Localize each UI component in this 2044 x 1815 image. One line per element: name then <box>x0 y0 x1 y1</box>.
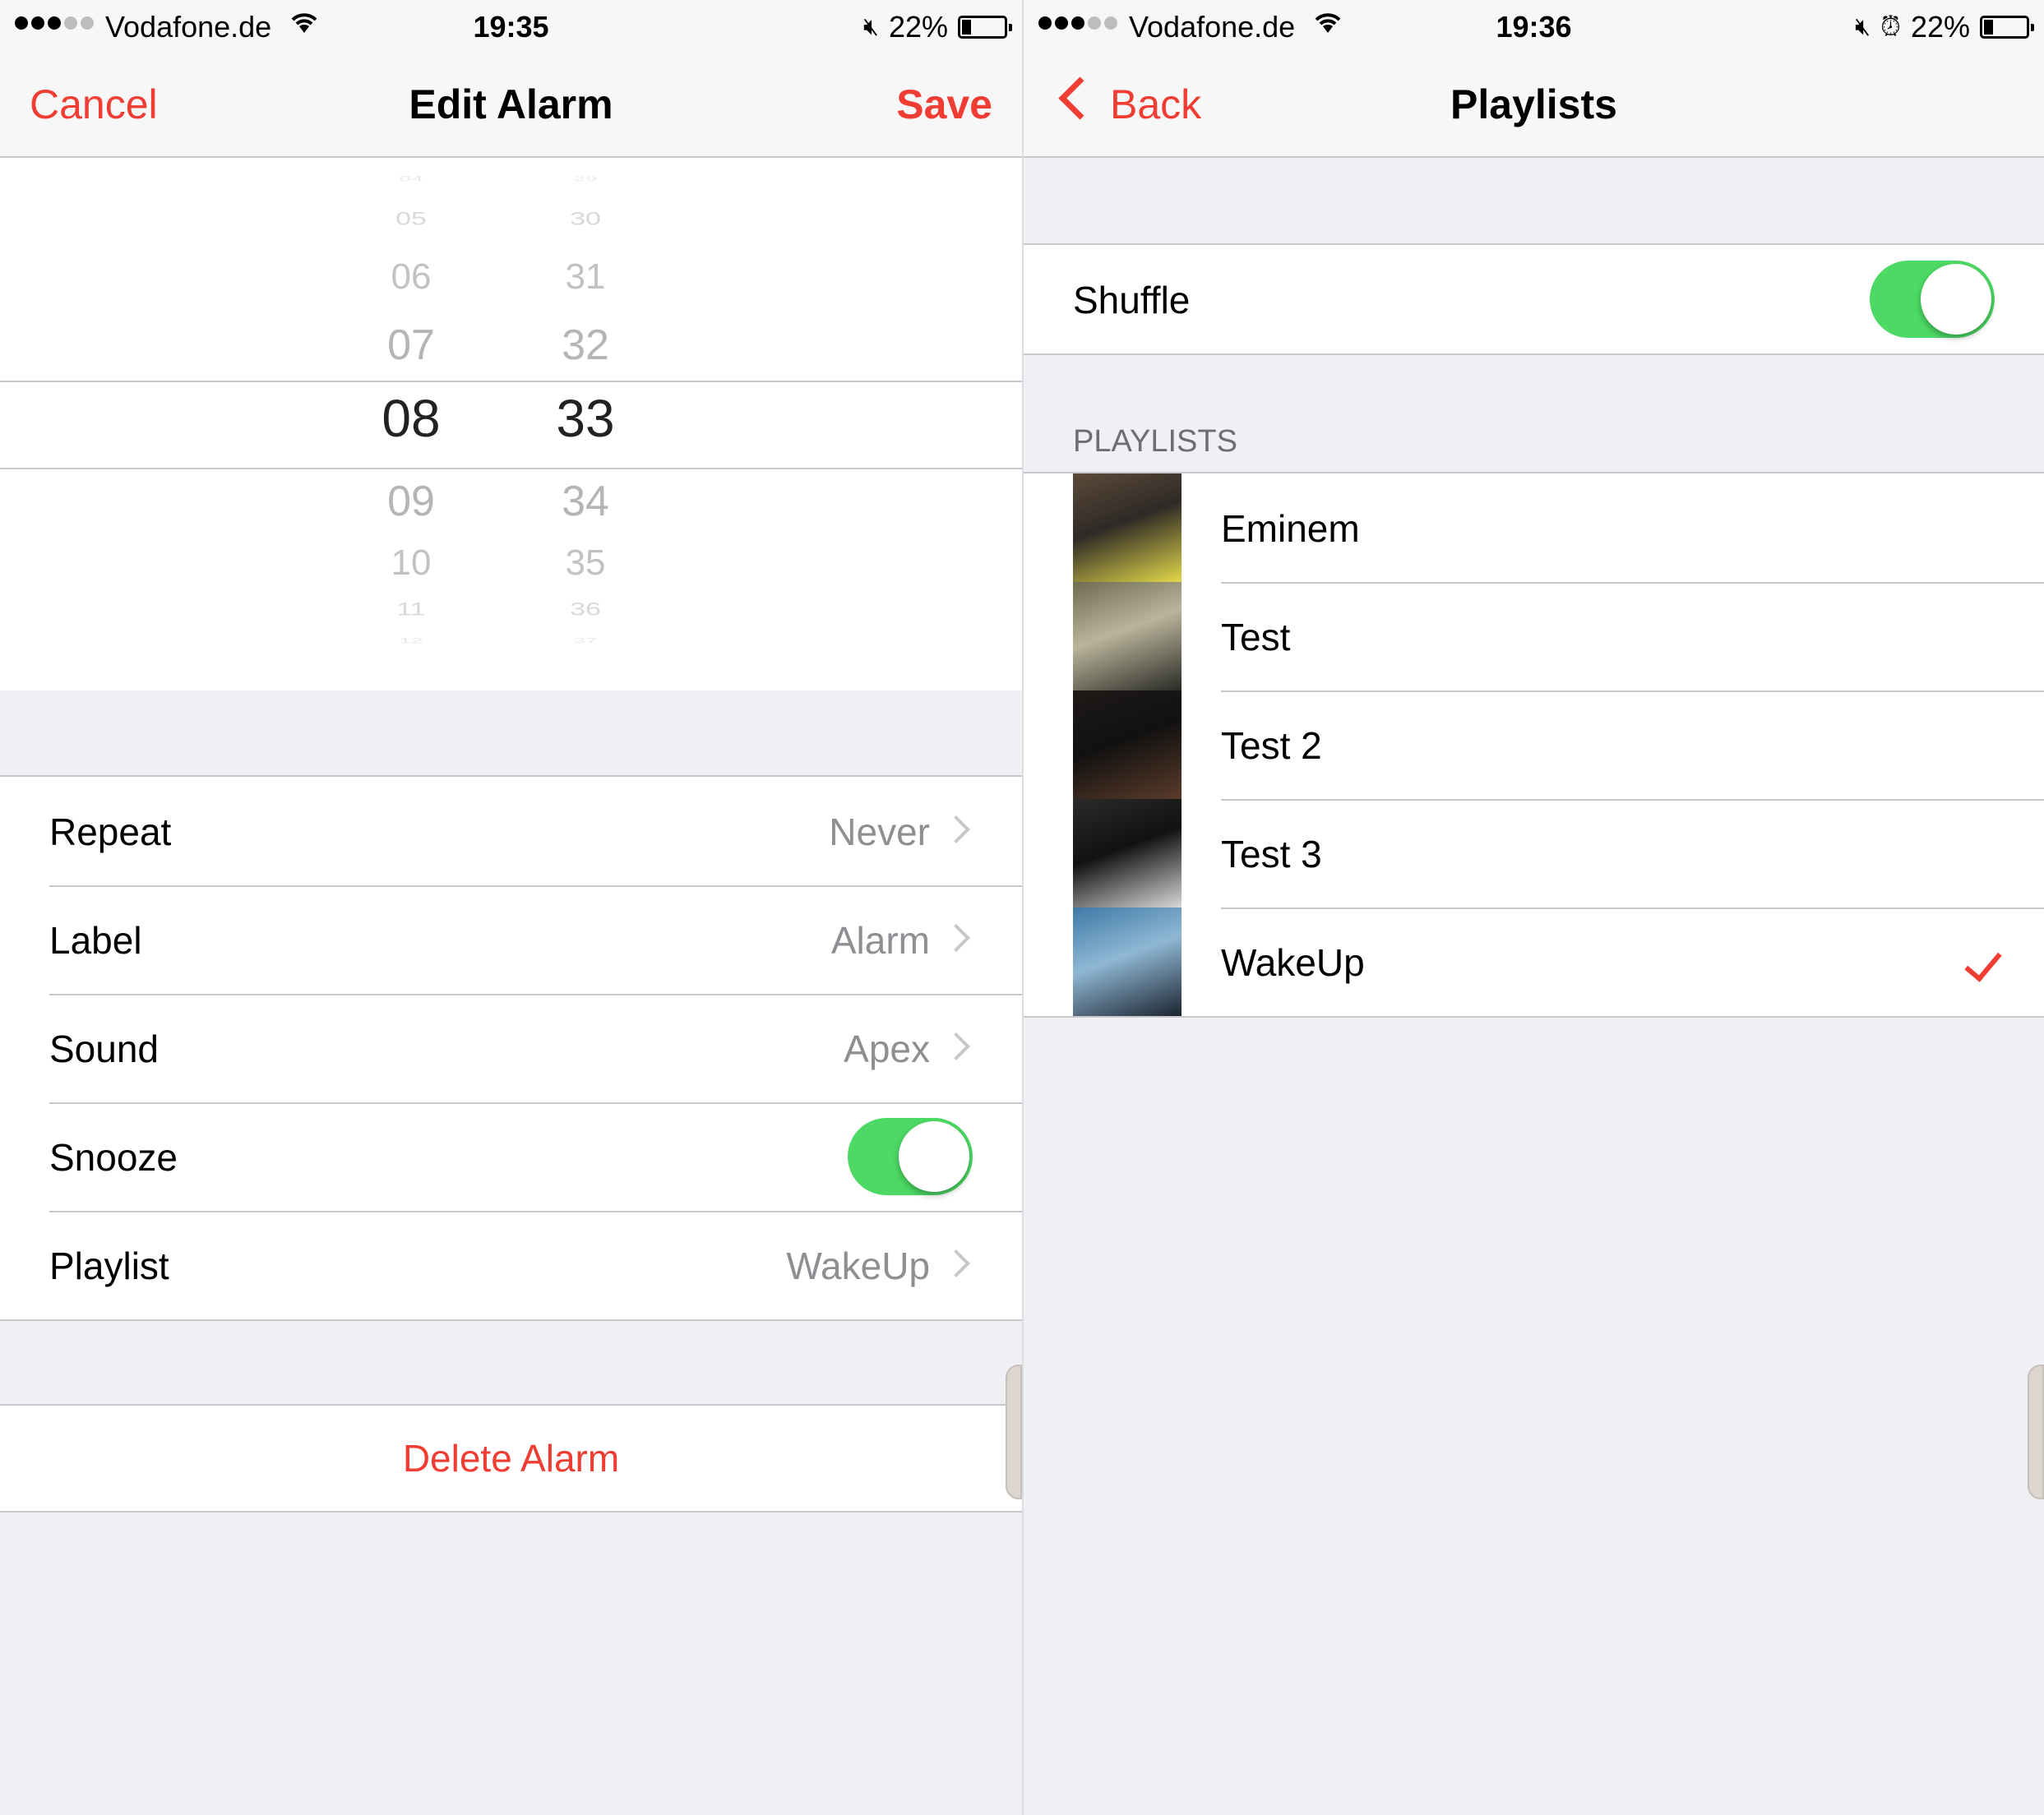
shuffle-row: Shuffle <box>1024 245 2044 353</box>
playlists-screen: Vodafone.de 19:36 🔇︎ ⏰︎ 22% Back Playlis… <box>1022 0 2044 1815</box>
delete-group: Delete Alarm <box>0 1404 1022 1512</box>
battery-icon <box>958 16 1012 39</box>
partially-visible-album-art <box>1006 1365 1022 1499</box>
page-title: Edit Alarm <box>409 81 613 127</box>
picker-value[interactable]: 06 <box>345 256 477 298</box>
chevron-right-icon <box>942 924 970 952</box>
sound-row[interactable]: Sound Apex <box>0 994 1022 1102</box>
picker-value[interactable]: 12 <box>345 636 477 645</box>
shuffle-toggle[interactable] <box>1870 261 1995 338</box>
album-art <box>1073 582 1182 690</box>
chevron-right-icon <box>942 1249 970 1277</box>
picker-value[interactable]: 11 <box>345 599 477 620</box>
picker-selection-band <box>0 381 1022 469</box>
picker-value[interactable]: 34 <box>520 477 651 526</box>
picker-selected-value[interactable]: 33 <box>520 388 651 449</box>
sound-value: Apex <box>844 1028 930 1070</box>
label-row[interactable]: Label Alarm <box>0 885 1022 994</box>
picker-value[interactable]: 04 <box>345 174 477 183</box>
playlist-item[interactable]: Eminem <box>1024 473 2044 582</box>
playlist-name: Test 3 <box>1221 833 1322 875</box>
picker-value[interactable]: 05 <box>345 209 477 229</box>
picker-value[interactable]: 36 <box>520 599 651 620</box>
picker-value[interactable]: 10 <box>345 543 477 584</box>
status-bar: Vodafone.de 19:36 🔇︎ ⏰︎ 22% <box>1024 0 2044 53</box>
battery-percent: 22% <box>1910 10 1970 44</box>
playlist-item[interactable]: Test 2 <box>1024 690 2044 799</box>
picker-value[interactable]: 32 <box>520 321 651 370</box>
save-button[interactable]: Save <box>896 81 992 128</box>
album-art <box>1073 908 1182 1016</box>
playlist-name: Eminem <box>1221 507 1360 550</box>
playlist-item[interactable]: Test 3 <box>1024 799 2044 908</box>
playlist-name: WakeUp <box>1221 941 1365 984</box>
hour-wheel[interactable]: 04 05 06 07 08 09 10 11 12 <box>345 158 477 690</box>
picker-value[interactable]: 09 <box>345 477 477 526</box>
playlist-item[interactable]: WakeUp <box>1024 908 2044 1016</box>
album-art <box>1073 690 1182 799</box>
label-label: Label <box>49 919 142 962</box>
navigation-bar: Back Playlists <box>1024 53 2044 158</box>
playlist-row[interactable]: Playlist WakeUp <box>0 1211 1022 1319</box>
section-header: PLAYLISTS <box>1073 424 1237 459</box>
delete-alarm-button[interactable]: Delete Alarm <box>0 1406 1022 1511</box>
alarm-clock-icon: ⏰︎ <box>1880 12 1901 41</box>
chevron-right-icon <box>942 1032 970 1060</box>
mute-icon: 🔇︎ <box>1855 13 1871 40</box>
time-picker[interactable]: 04 05 06 07 08 09 10 11 12 29 30 31 32 33 34 35 36 37 <box>0 158 1022 690</box>
album-art <box>1073 799 1182 908</box>
mute-icon: 🔇︎ <box>863 13 879 40</box>
picker-value[interactable]: 07 <box>345 321 477 370</box>
sound-label: Sound <box>49 1028 160 1070</box>
picker-value[interactable]: 30 <box>520 209 651 229</box>
page-title: Playlists <box>1450 81 1617 127</box>
snooze-toggle[interactable] <box>848 1118 973 1195</box>
status-bar: Vodafone.de 19:35 🔇︎ 22% <box>0 0 1022 53</box>
label-value: Alarm <box>830 919 930 962</box>
alarm-settings-group: Repeat Never Label Alarm Sound Apex Snoo… <box>0 775 1022 1321</box>
playlist-name: Test <box>1221 616 1291 658</box>
picker-value[interactable]: 35 <box>520 543 651 584</box>
repeat-label: Repeat <box>49 811 172 853</box>
playlist-label: Playlist <box>49 1245 169 1287</box>
battery-percent: 22% <box>888 10 948 44</box>
shuffle-label: Shuffle <box>1073 279 1191 321</box>
battery-icon <box>1980 16 2034 39</box>
edit-alarm-screen: Vodafone.de 19:35 🔇︎ 22% Cancel Edit Ala… <box>0 0 1022 1815</box>
snooze-row: Snooze <box>0 1102 1022 1211</box>
picker-value[interactable]: 37 <box>520 636 651 645</box>
playlist-value: WakeUp <box>786 1245 930 1287</box>
repeat-value: Never <box>829 811 930 853</box>
navigation-bar: Cancel Edit Alarm Save <box>0 53 1022 158</box>
playlist-name: Test 2 <box>1221 724 1322 767</box>
minute-wheel[interactable]: 29 30 31 32 33 34 35 36 37 <box>520 158 651 690</box>
toggle-knob <box>1921 264 1991 335</box>
playlist-list: Eminem Test Test 2 Test 3 WakeUp <box>1024 472 2044 1018</box>
toggle-knob <box>899 1121 969 1192</box>
shuffle-group: Shuffle <box>1024 243 2044 355</box>
partially-visible-album-art <box>2028 1365 2044 1499</box>
picker-selected-value[interactable]: 08 <box>345 388 477 449</box>
checkmark-icon <box>1964 943 2002 982</box>
chevron-right-icon <box>942 815 970 843</box>
album-art <box>1073 473 1182 582</box>
snooze-label: Snooze <box>49 1136 178 1179</box>
playlist-item[interactable]: Test <box>1024 582 2044 690</box>
picker-value[interactable]: 31 <box>520 256 651 298</box>
repeat-row[interactable]: Repeat Never <box>0 777 1022 885</box>
picker-value[interactable]: 29 <box>520 174 651 183</box>
